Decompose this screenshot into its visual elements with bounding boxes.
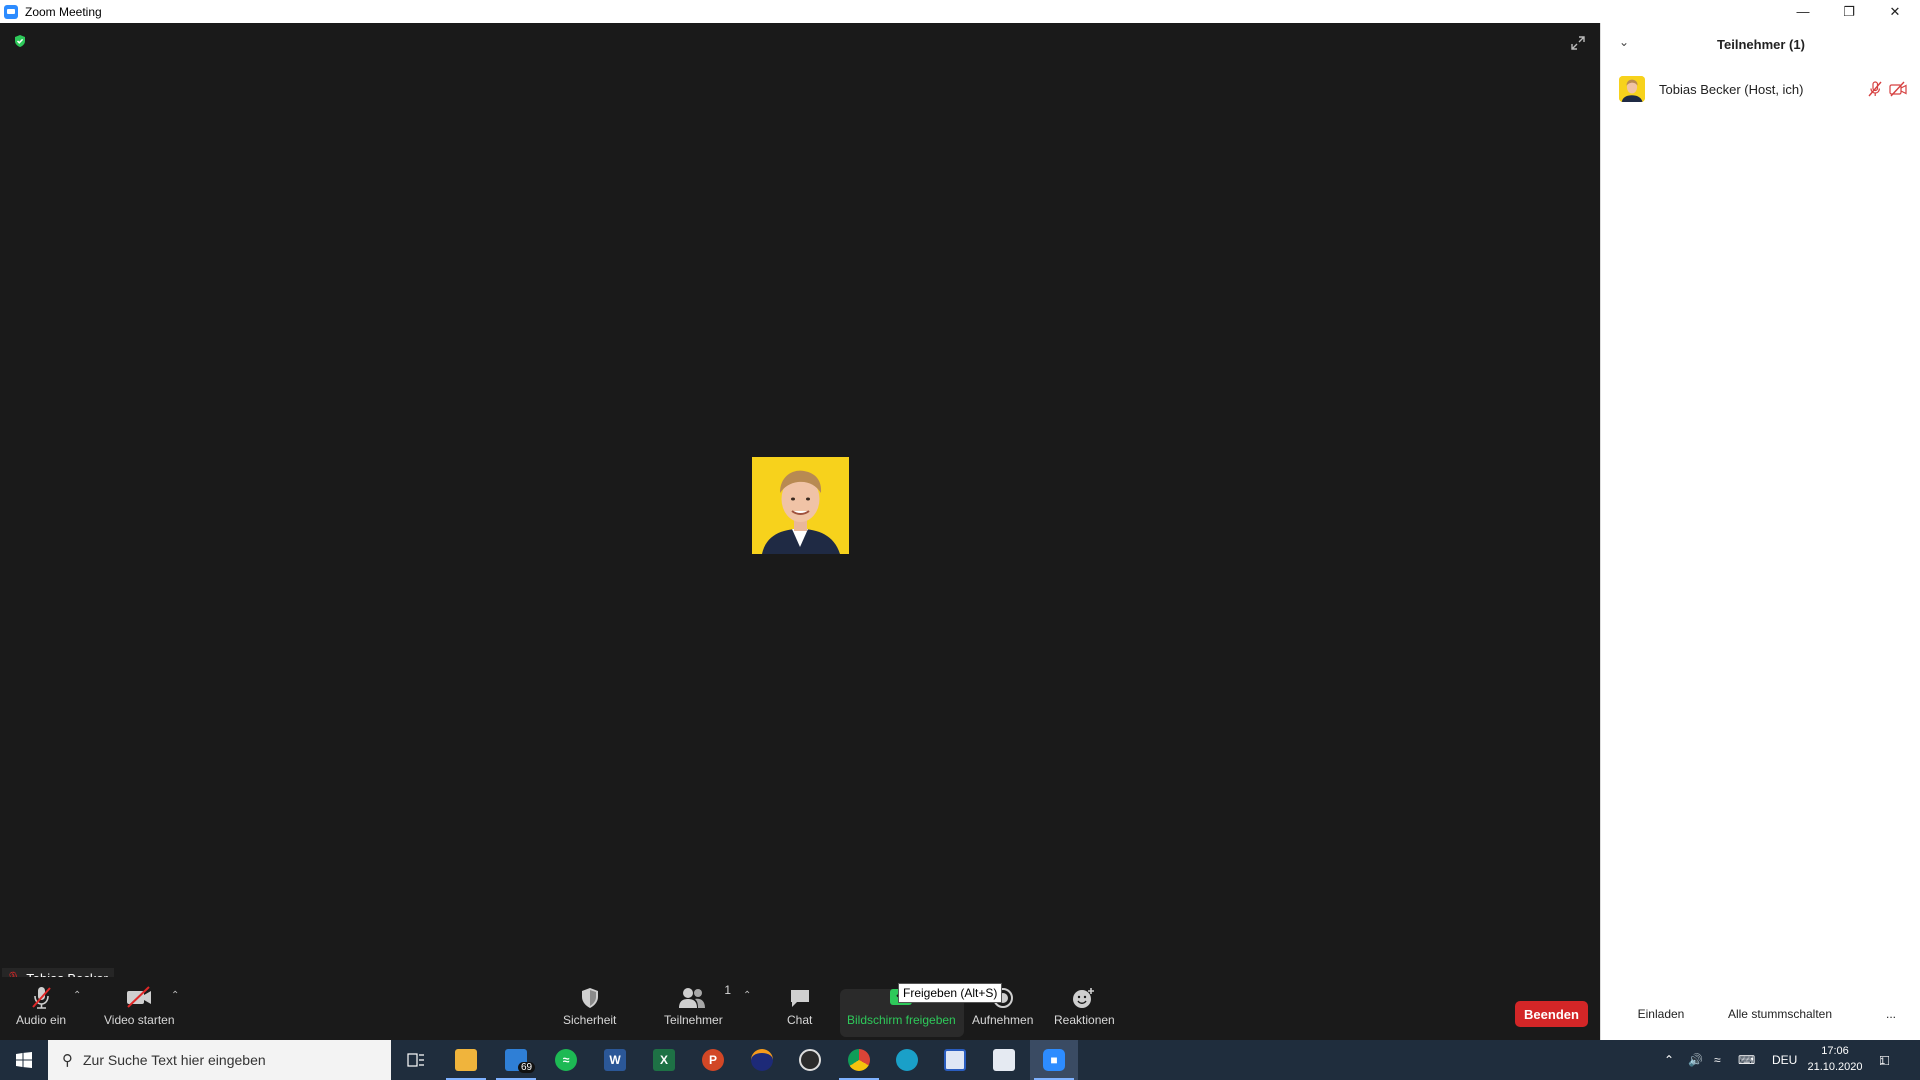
encryption-shield-icon[interactable] [13, 34, 27, 48]
participants-panel: ⌄ Teilnehmer (1) Tobias Becker (Host, ic… [1600, 23, 1920, 1040]
video-label: Video starten [104, 1013, 175, 1027]
mail-unread-badge: 69 [518, 1062, 536, 1073]
security-label: Sicherheit [563, 1013, 617, 1027]
audio-options-chevron-icon[interactable]: ⌃ [73, 990, 81, 1001]
app-orange-icon [751, 1049, 773, 1071]
task-view-button[interactable] [392, 1040, 440, 1080]
restore-button[interactable]: ❐ [1826, 0, 1872, 23]
show-hidden-icons[interactable]: ⌃ [1664, 1040, 1674, 1080]
mute-all-button[interactable]: Alle stummschalten [1719, 1003, 1841, 1025]
windows-taskbar: ⚲ Zur Suche Text hier eingeben 69 ≈ W X … [0, 1040, 1920, 1080]
fullscreen-icon[interactable] [1570, 35, 1586, 51]
taskbar-app-blue[interactable] [931, 1040, 979, 1080]
security-button[interactable]: Sicherheit [563, 985, 616, 1027]
app-window-icon [993, 1049, 1015, 1071]
clock-date: 21.10.2020 [1807, 1061, 1863, 1073]
more-options-button[interactable]: ... [1877, 1003, 1905, 1025]
participants-label: Teilnehmer [664, 1013, 723, 1027]
close-window-button[interactable]: ✕ [1872, 0, 1918, 23]
share-tooltip: Freigeben (Alt+S) [898, 983, 1003, 1003]
window-title: Zoom Meeting [25, 4, 102, 19]
video-options-chevron-icon[interactable]: ⌃ [171, 990, 179, 1001]
notifications-icon[interactable]: □ 1 [1880, 1040, 1889, 1080]
participant-avatar-small [1619, 76, 1645, 102]
task-view-icon [407, 1053, 424, 1067]
app-document-icon [944, 1049, 966, 1071]
taskbar-powerpoint[interactable]: P [689, 1040, 737, 1080]
reactions-label: Reaktionen [1054, 1013, 1115, 1027]
taskbar-excel[interactable]: X [640, 1040, 688, 1080]
taskbar-zoom[interactable]: ■ [1030, 1040, 1078, 1080]
video-button[interactable]: Video starten [104, 985, 175, 1027]
wifi-icon[interactable]: ≈ [1714, 1040, 1721, 1080]
excel-icon: X [653, 1049, 675, 1071]
edge-icon [896, 1049, 918, 1071]
taskbar-word[interactable]: W [591, 1040, 639, 1080]
video-off-icon[interactable] [1889, 81, 1907, 97]
chrome-icon [848, 1049, 870, 1071]
taskbar-chrome[interactable] [835, 1040, 883, 1080]
language-indicator[interactable]: DEU [1772, 1040, 1797, 1080]
minimize-button[interactable]: — [1780, 0, 1826, 23]
participant-avatar [752, 457, 849, 554]
audio-label: Audio ein [16, 1013, 67, 1027]
chat-bubble-icon [790, 990, 809, 1007]
panel-title: Teilnehmer (1) [1717, 37, 1805, 52]
audio-button[interactable]: Audio ein [16, 985, 66, 1027]
taskbar-app-orange[interactable] [738, 1040, 786, 1080]
zoom-icon: ■ [1043, 1049, 1065, 1071]
participants-button[interactable]: 1 Teilnehmer [664, 983, 731, 1027]
clock-time: 17:06 [1821, 1045, 1849, 1057]
taskbar-mail[interactable]: 69 [492, 1040, 540, 1080]
obs-icon [799, 1049, 821, 1071]
zoom-app-icon [4, 4, 18, 19]
muted-microphone-icon [32, 987, 51, 1009]
end-meeting-button[interactable]: Beenden [1515, 1001, 1588, 1027]
taskbar-obs[interactable] [786, 1040, 834, 1080]
share-screen-label: Bildschirm freigeben [847, 1013, 956, 1027]
muted-mic-icon[interactable] [1867, 81, 1883, 97]
invite-button[interactable]: Einladen [1629, 1003, 1693, 1025]
volume-icon[interactable]: 🔊 [1688, 1040, 1703, 1080]
taskbar-search-box[interactable]: ⚲ Zur Suche Text hier eingeben [48, 1040, 391, 1080]
clock[interactable]: 17:06 21.10.2020 [1800, 1043, 1870, 1075]
reactions-button[interactable]: Reaktionen [1054, 985, 1115, 1027]
participant-name: Tobias Becker (Host, ich) [1659, 81, 1804, 97]
search-placeholder: Zur Suche Text hier eingeben [83, 1052, 266, 1068]
taskbar-app-window[interactable] [980, 1040, 1028, 1080]
title-bar: Zoom Meeting — ❐ ✕ [0, 0, 1920, 23]
notification-count: 1 [1880, 1056, 1886, 1066]
participants-count-badge: 1 [724, 983, 732, 997]
powerpoint-icon: P [702, 1049, 724, 1071]
video-area: 🎙 Tobias Becker [0, 23, 1600, 1040]
chat-button[interactable]: Chat [787, 985, 812, 1027]
taskbar-file-explorer[interactable] [442, 1040, 490, 1080]
chat-label: Chat [787, 1013, 813, 1027]
taskbar-spotify[interactable]: ≈ [542, 1040, 590, 1080]
security-shield-icon [581, 988, 598, 1008]
keyboard-icon[interactable]: ⌨ [1738, 1040, 1755, 1080]
meeting-toolbar: Audio ein ⌃ Video starten ⌃ Sicherheit 1… [0, 977, 1600, 1040]
reaction-emoji-icon [1073, 988, 1095, 1008]
participants-icon [679, 988, 706, 1008]
record-label: Aufnehmen [972, 1013, 1034, 1027]
search-icon: ⚲ [62, 1052, 73, 1069]
windows-logo-icon [16, 1052, 32, 1068]
folder-icon [455, 1049, 477, 1071]
participants-options-chevron-icon[interactable]: ⌃ [743, 990, 751, 1001]
start-button[interactable] [0, 1040, 48, 1080]
spotify-icon: ≈ [555, 1049, 577, 1071]
word-icon: W [604, 1049, 626, 1071]
participant-row[interactable]: Tobias Becker (Host, ich) [1619, 75, 1909, 103]
video-off-icon [127, 986, 152, 1008]
taskbar-edge[interactable] [883, 1040, 931, 1080]
